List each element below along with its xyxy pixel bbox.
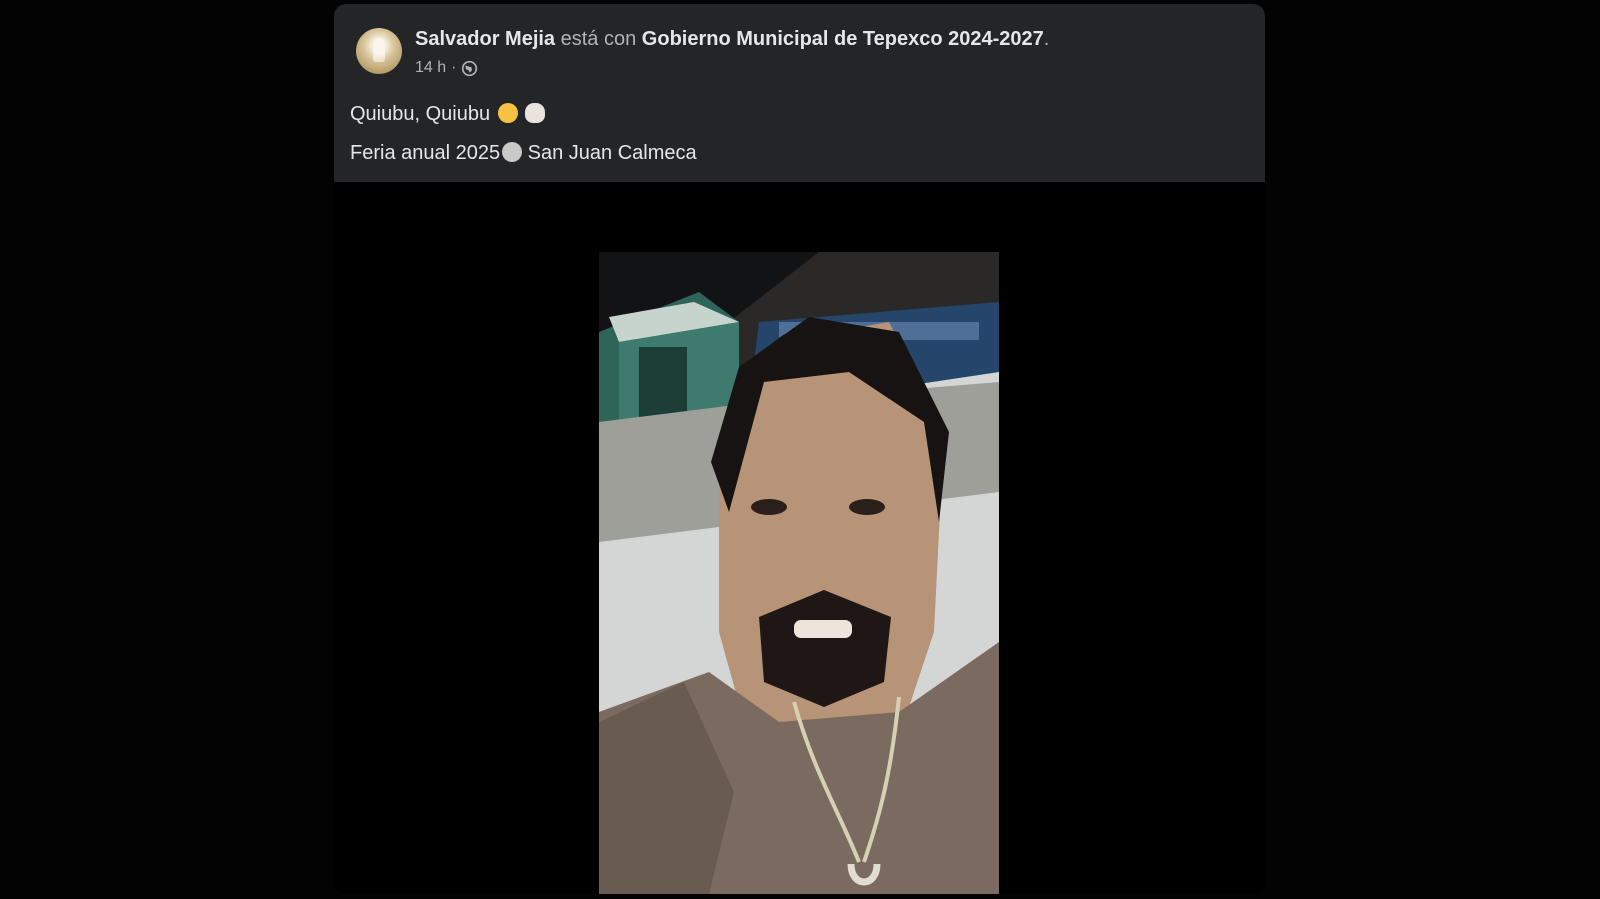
post-time[interactable]: 14 h bbox=[415, 59, 446, 77]
globe-icon bbox=[462, 60, 478, 76]
video-frame[interactable] bbox=[599, 252, 999, 894]
ferris-wheel-icon bbox=[502, 142, 523, 162]
meta-separator: · bbox=[451, 59, 457, 76]
with-connector: está con bbox=[560, 28, 637, 50]
post-title-line: Salvador Mejia está con Gobierno Municip… bbox=[415, 28, 1049, 51]
author-avatar[interactable] bbox=[356, 28, 402, 74]
post-text-line-1: Quiubu, Quiubu bbox=[350, 103, 546, 126]
smiling-face-icon bbox=[497, 103, 518, 123]
video-player[interactable] bbox=[334, 182, 1265, 894]
post-text-greeting: Quiubu, Quiubu bbox=[350, 103, 491, 125]
post-text-line-2: Feria anual 2025 San Juan Calmeca bbox=[350, 142, 697, 165]
title-period: . bbox=[1043, 28, 1050, 50]
ghost-icon bbox=[525, 103, 546, 123]
post-text-event: Feria anual 2025 bbox=[350, 142, 501, 164]
facebook-post: Salvador Mejia está con Gobierno Municip… bbox=[334, 4, 1265, 894]
post-text-location: San Juan Calmeca bbox=[522, 142, 697, 164]
author-name[interactable]: Salvador Mejia bbox=[415, 28, 555, 50]
tagged-page-name[interactable]: Gobierno Municipal de Tepexco 2024-2027 bbox=[642, 28, 1044, 50]
post-header: Salvador Mejia está con Gobierno Municip… bbox=[334, 4, 1265, 182]
post-meta: 14 h · bbox=[415, 59, 478, 77]
